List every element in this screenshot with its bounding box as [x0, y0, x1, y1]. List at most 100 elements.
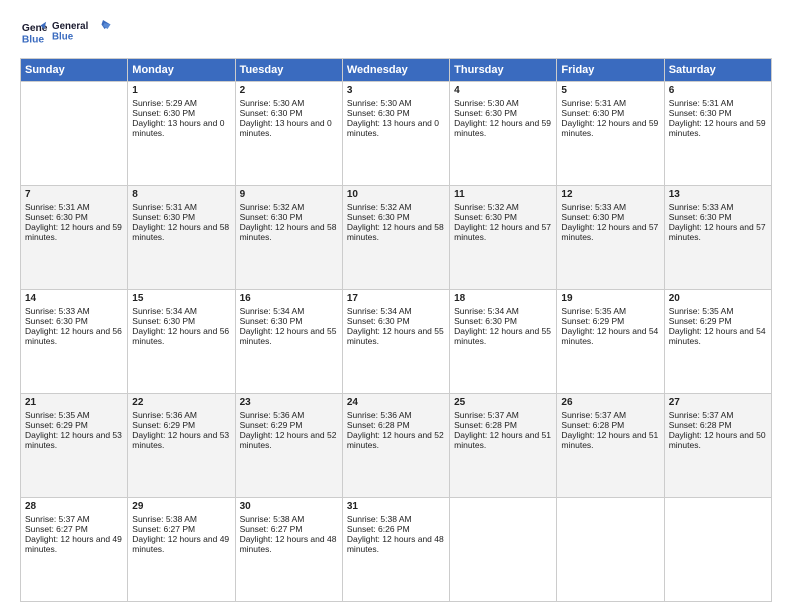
week-row-1: 1Sunrise: 5:29 AMSunset: 6:30 PMDaylight…	[21, 82, 772, 186]
day-number: 7	[25, 189, 123, 200]
calendar-cell: 31Sunrise: 5:38 AMSunset: 6:26 PMDayligh…	[342, 498, 449, 602]
calendar-cell: 19Sunrise: 5:35 AMSunset: 6:29 PMDayligh…	[557, 290, 664, 394]
sunset-label: Sunset: 6:30 PM	[454, 316, 517, 326]
day-number: 12	[561, 189, 659, 200]
daylight-label: Daylight: 12 hours and 55 minutes.	[454, 326, 551, 346]
sunset-label: Sunset: 6:30 PM	[132, 316, 195, 326]
daylight-label: Daylight: 12 hours and 56 minutes.	[132, 326, 229, 346]
day-number: 25	[454, 397, 552, 408]
sunrise-label: Sunrise: 5:30 AM	[240, 98, 305, 108]
sunrise-label: Sunrise: 5:37 AM	[669, 410, 734, 420]
day-number: 20	[669, 293, 767, 304]
day-number: 28	[25, 501, 123, 512]
sunrise-label: Sunrise: 5:34 AM	[132, 306, 197, 316]
calendar-cell: 11 Sunrise: 5:32 AMSunset: 6:30 PMDayligh…	[450, 186, 557, 290]
sunrise-label: Sunrise: 5:33 AM	[669, 202, 734, 212]
week-row-3: 14Sunrise: 5:33 AMSunset: 6:30 PMDayligh…	[21, 290, 772, 394]
sunset-label: Sunset: 6:29 PM	[132, 420, 195, 430]
calendar-cell: 17Sunrise: 5:34 AMSunset: 6:30 PMDayligh…	[342, 290, 449, 394]
header-wednesday: Wednesday	[342, 59, 449, 82]
sunrise-label: Sunrise: 5:30 AM	[454, 98, 519, 108]
daylight-label: Daylight: 12 hours and 59 minutes.	[454, 118, 551, 138]
calendar-cell: 13Sunrise: 5:33 AMSunset: 6:30 PMDayligh…	[664, 186, 771, 290]
calendar-cell: 2Sunrise: 5:30 AMSunset: 6:30 PMDaylight…	[235, 82, 342, 186]
sunrise-label: Sunrise: 5:33 AM	[25, 306, 90, 316]
daylight-label: Daylight: 12 hours and 58 minutes.	[132, 222, 229, 242]
svg-text:General: General	[52, 21, 89, 32]
sunset-label: Sunset: 6:28 PM	[347, 420, 410, 430]
daylight-label: Daylight: 12 hours and 57 minutes.	[454, 222, 551, 242]
day-number: 29	[132, 501, 230, 512]
sunrise-label: Sunrise: 5:31 AM	[561, 98, 626, 108]
day-number: 10	[347, 189, 445, 200]
sunset-label: Sunset: 6:30 PM	[454, 212, 517, 222]
calendar-cell	[664, 498, 771, 602]
header-sunday: Sunday	[21, 59, 128, 82]
daylight-label: Daylight: 12 hours and 56 minutes.	[25, 326, 122, 346]
logo: General Blue General Blue	[20, 16, 112, 48]
daylight-label: Daylight: 12 hours and 53 minutes.	[132, 430, 229, 450]
sunrise-label: Sunrise: 5:34 AM	[454, 306, 519, 316]
sunrise-label: Sunrise: 5:37 AM	[25, 514, 90, 524]
daylight-label: Daylight: 12 hours and 51 minutes.	[561, 430, 658, 450]
day-number: 6	[669, 85, 767, 96]
sunset-label: Sunset: 6:28 PM	[561, 420, 624, 430]
sunset-label: Sunset: 6:27 PM	[25, 524, 88, 534]
calendar-cell: 30Sunrise: 5:38 AMSunset: 6:27 PMDayligh…	[235, 498, 342, 602]
daylight-label: Daylight: 12 hours and 57 minutes.	[561, 222, 658, 242]
calendar-cell: 29Sunrise: 5:38 AMSunset: 6:27 PMDayligh…	[128, 498, 235, 602]
calendar-cell: 18Sunrise: 5:34 AMSunset: 6:30 PMDayligh…	[450, 290, 557, 394]
calendar-cell: 14Sunrise: 5:33 AMSunset: 6:30 PMDayligh…	[21, 290, 128, 394]
calendar-cell: 7Sunrise: 5:31 AMSunset: 6:30 PMDaylight…	[21, 186, 128, 290]
day-number: 1	[132, 85, 230, 96]
sunrise-label: Sunrise: 5:31 AM	[669, 98, 734, 108]
daylight-label: Daylight: 12 hours and 57 minutes.	[669, 222, 766, 242]
daylight-label: Daylight: 12 hours and 59 minutes.	[25, 222, 122, 242]
sunrise-label: Sunrise: 5:35 AM	[669, 306, 734, 316]
sunrise-label: Sunrise: 5:37 AM	[561, 410, 626, 420]
sunset-label: Sunset: 6:30 PM	[561, 212, 624, 222]
calendar-cell: 22Sunrise: 5:36 AMSunset: 6:29 PMDayligh…	[128, 394, 235, 498]
daylight-label: Daylight: 13 hours and 0 minutes.	[132, 118, 224, 138]
sunset-label: Sunset: 6:30 PM	[347, 108, 410, 118]
calendar-cell: 23Sunrise: 5:36 AMSunset: 6:29 PMDayligh…	[235, 394, 342, 498]
daylight-label: Daylight: 12 hours and 52 minutes.	[240, 430, 337, 450]
daylight-label: Daylight: 12 hours and 58 minutes.	[240, 222, 337, 242]
day-number: 11	[454, 189, 552, 200]
day-number: 4	[454, 85, 552, 96]
calendar-cell: 16Sunrise: 5:34 AMSunset: 6:30 PMDayligh…	[235, 290, 342, 394]
calendar-cell: 21Sunrise: 5:35 AMSunset: 6:29 PMDayligh…	[21, 394, 128, 498]
sunrise-label: Sunrise: 5:31 AM	[132, 202, 197, 212]
daylight-label: Daylight: 12 hours and 50 minutes.	[669, 430, 766, 450]
sunrise-label: Sunrise: 5:38 AM	[132, 514, 197, 524]
calendar-cell: 6Sunrise: 5:31 AMSunset: 6:30 PMDaylight…	[664, 82, 771, 186]
sunrise-label: Sunrise: 5:32 AM	[240, 202, 305, 212]
calendar-cell: 8Sunrise: 5:31 AMSunset: 6:30 PMDaylight…	[128, 186, 235, 290]
day-number: 27	[669, 397, 767, 408]
sunset-label: Sunset: 6:30 PM	[25, 212, 88, 222]
sunrise-label: Sunrise: 5:32 AM	[347, 202, 412, 212]
sunset-label: Sunset: 6:30 PM	[240, 212, 303, 222]
calendar-cell: 20Sunrise: 5:35 AMSunset: 6:29 PMDayligh…	[664, 290, 771, 394]
daylight-label: Daylight: 12 hours and 49 minutes.	[25, 534, 122, 554]
daylight-label: Daylight: 12 hours and 53 minutes.	[25, 430, 122, 450]
daylight-label: Daylight: 12 hours and 58 minutes.	[347, 222, 444, 242]
calendar-cell: 15Sunrise: 5:34 AMSunset: 6:30 PMDayligh…	[128, 290, 235, 394]
sunrise-label: Sunrise: 5:34 AM	[347, 306, 412, 316]
daylight-label: Daylight: 12 hours and 54 minutes.	[561, 326, 658, 346]
calendar-cell: 4Sunrise: 5:30 AMSunset: 6:30 PMDaylight…	[450, 82, 557, 186]
sunset-label: Sunset: 6:30 PM	[561, 108, 624, 118]
sunset-label: Sunset: 6:30 PM	[132, 212, 195, 222]
header-tuesday: Tuesday	[235, 59, 342, 82]
sunrise-label: Sunrise: 5:32 AM	[454, 202, 519, 212]
sunrise-label: Sunrise: 5:36 AM	[240, 410, 305, 420]
day-number: 9	[240, 189, 338, 200]
sunset-label: Sunset: 6:28 PM	[454, 420, 517, 430]
week-row-2: 7Sunrise: 5:31 AMSunset: 6:30 PMDaylight…	[21, 186, 772, 290]
page: General Blue General Blue SundayMondayTu…	[0, 0, 792, 612]
calendar-cell: 3Sunrise: 5:30 AMSunset: 6:30 PMDaylight…	[342, 82, 449, 186]
calendar-cell: 12Sunrise: 5:33 AMSunset: 6:30 PMDayligh…	[557, 186, 664, 290]
sunrise-label: Sunrise: 5:34 AM	[240, 306, 305, 316]
svg-text:Blue: Blue	[22, 34, 45, 45]
sunset-label: Sunset: 6:30 PM	[25, 316, 88, 326]
